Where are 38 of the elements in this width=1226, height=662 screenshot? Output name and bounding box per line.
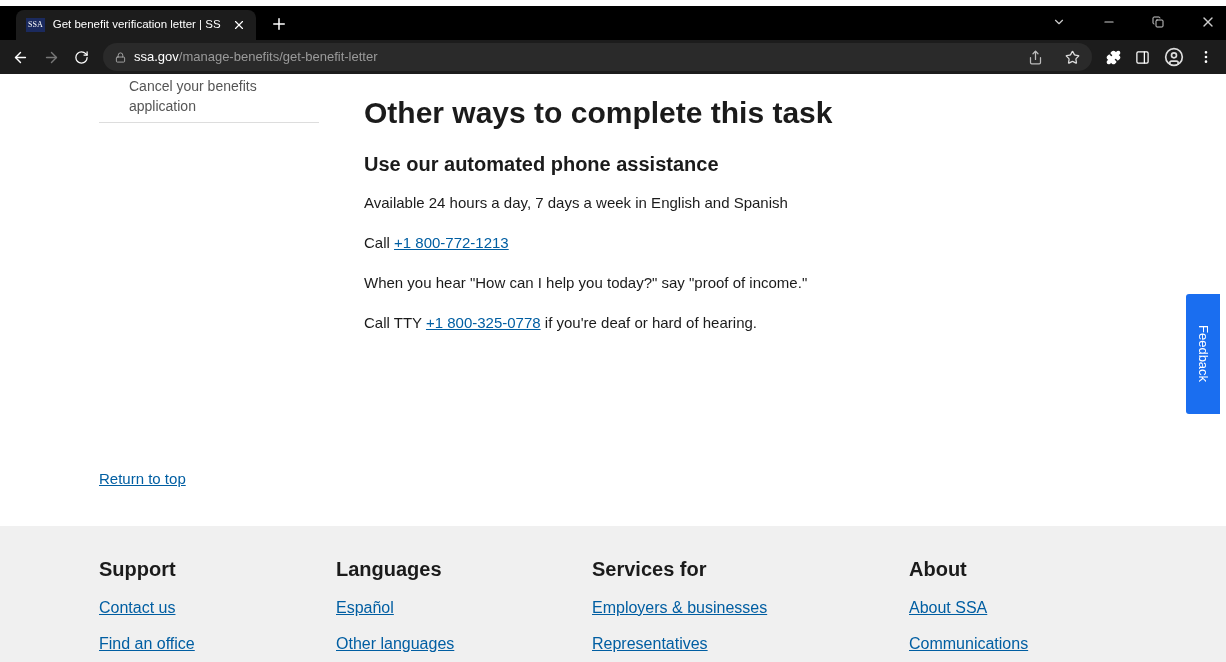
- footer-link[interactable]: Other languages: [336, 634, 592, 654]
- body-text: Call +1 800-772-1213: [364, 233, 510, 253]
- browser-tab[interactable]: SSA Get benefit verification letter | SS: [16, 10, 256, 40]
- extensions-icon[interactable]: [1106, 49, 1122, 65]
- lock-icon: [114, 51, 126, 63]
- footer-heading: Support: [99, 557, 177, 582]
- address-bar[interactable]: ssa.gov/manage-benefits/get-benefit-letter: [102, 43, 1093, 71]
- restore-icon[interactable]: [1152, 16, 1164, 28]
- footer-link[interactable]: Español: [336, 598, 592, 618]
- share-icon[interactable]: [1028, 49, 1044, 65]
- body-text: Call TTY +1 800-325-0778 if you're deaf or hard of hearing.: [364, 313, 758, 333]
- body-text: Available 24 hours a day, 7 days a week in English and Spanish: [364, 193, 789, 213]
- feedback-button[interactable]: Feedback: [1186, 294, 1220, 414]
- bookmark-star-icon[interactable]: [1065, 49, 1081, 65]
- side-panel-icon[interactable]: [1135, 49, 1151, 65]
- footer-heading: Services for: [592, 557, 708, 582]
- footer-link[interactable]: Representatives: [592, 634, 909, 654]
- body-text: When you hear "How can I help you today?" say "proof of income.": [364, 273, 809, 293]
- profile-icon[interactable]: [1164, 47, 1184, 67]
- footer-link[interactable]: Contact us: [99, 598, 336, 618]
- footer-heading: About: [909, 557, 968, 582]
- section-heading: Other ways to complete this task: [364, 95, 833, 131]
- footer-link[interactable]: Employers & businesses: [592, 598, 909, 618]
- footer-link[interactable]: Find an office: [99, 634, 336, 654]
- new-tab-icon[interactable]: [270, 15, 288, 33]
- tab-favicon: SSA: [26, 18, 45, 32]
- reload-icon[interactable]: [73, 49, 89, 65]
- footer-link[interactable]: About SSA: [909, 598, 1109, 618]
- footer-link[interactable]: Communications: [909, 634, 1109, 654]
- return-to-top-link[interactable]: Return to top: [99, 468, 186, 491]
- phone-link[interactable]: +1 800-772-1213: [394, 234, 509, 251]
- close-icon[interactable]: [232, 18, 246, 32]
- tab-title: Get benefit verification letter | SS: [52, 17, 222, 33]
- sidebar-link[interactable]: Cancel your benefits application: [99, 74, 319, 123]
- phone-link[interactable]: +1 800-325-0778: [425, 314, 541, 331]
- footer-heading: Languages: [336, 557, 443, 582]
- subsection-heading: Use our automated phone assistance: [364, 152, 720, 177]
- url-text: ssa.gov/manage-benefits/get-benefit-letter: [133, 48, 379, 67]
